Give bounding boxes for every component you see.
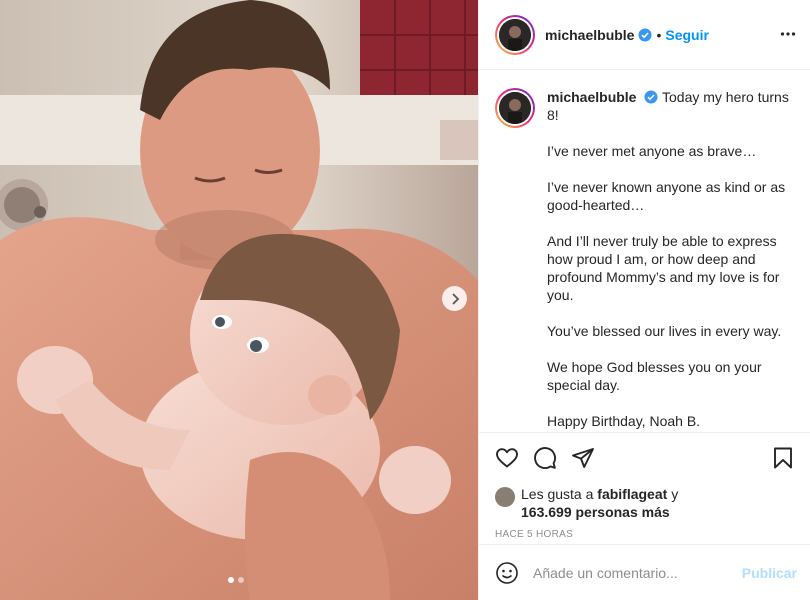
chevron-right-icon: [451, 292, 459, 305]
comment-input[interactable]: [533, 564, 742, 581]
post-side-panel: michaelbuble • Seguir michaelbuble Today…: [478, 0, 810, 600]
caption-paragraph: And I’ll never truly be able to express …: [547, 233, 784, 303]
comment-button[interactable]: [533, 446, 557, 470]
carousel-dot: [228, 577, 234, 583]
likes-summary: Les gusta a fabiflageat y 163.699 person…: [495, 485, 795, 521]
share-icon: [572, 448, 594, 468]
likes-and: y: [671, 486, 679, 502]
carousel-indicator: [228, 577, 244, 583]
action-icons: [495, 443, 795, 473]
like-button[interactable]: [495, 446, 519, 470]
verified-badge-icon: [644, 90, 658, 104]
avatar[interactable]: [495, 14, 535, 55]
caption-paragraph: We hope God blesses you on your special …: [547, 359, 766, 393]
more-options-icon[interactable]: [780, 26, 796, 42]
caption-text: michaelbuble Today my hero turns 8! I’ve…: [547, 88, 794, 432]
post-header: michaelbuble • Seguir: [479, 0, 810, 70]
caption: michaelbuble Today my hero turns 8! I’ve…: [495, 88, 794, 432]
comment-icon: [534, 447, 556, 469]
separator-dot: •: [656, 26, 662, 43]
caption-paragraph: You’ve blessed our lives in every way.: [547, 323, 782, 339]
avatar[interactable]: [495, 487, 515, 507]
emoji-icon: [496, 561, 518, 584]
caption-paragraph: I’ve never met anyone as brave…: [547, 143, 757, 159]
caption-paragraph: Happy Birthday, Noah B.: [547, 413, 701, 429]
verified-badge-icon: [638, 28, 652, 41]
likes-count-link[interactable]: 163.699 personas más: [521, 504, 670, 520]
carousel-next-button[interactable]: [442, 286, 467, 311]
save-button[interactable]: [771, 446, 795, 470]
heart-icon: [496, 448, 518, 468]
post-photo[interactable]: [0, 0, 478, 600]
emoji-button[interactable]: [495, 561, 519, 585]
share-button[interactable]: [571, 446, 595, 470]
liked-by-user-link[interactable]: fabiflageat: [597, 486, 667, 502]
bookmark-icon: [774, 447, 792, 469]
carousel-dot: [238, 577, 244, 583]
publish-button[interactable]: Publicar: [742, 565, 797, 581]
likes-prefix: Les gusta a: [521, 486, 594, 502]
post-actions: Les gusta a fabiflageat y 163.699 person…: [479, 432, 810, 540]
avatar[interactable]: [495, 88, 535, 128]
post-timestamp[interactable]: HACE 5 HORAS: [495, 529, 795, 540]
photo-illustration: [0, 0, 478, 600]
comment-form: Publicar: [479, 544, 810, 600]
caption-username-link[interactable]: michaelbuble: [547, 89, 636, 105]
username-link[interactable]: michaelbuble: [545, 27, 634, 43]
follow-button[interactable]: Seguir: [665, 27, 709, 43]
caption-paragraph: I’ve never known anyone as kind or as go…: [547, 179, 790, 213]
caption-scroll-area[interactable]: michaelbuble Today my hero turns 8! I’ve…: [479, 70, 810, 432]
